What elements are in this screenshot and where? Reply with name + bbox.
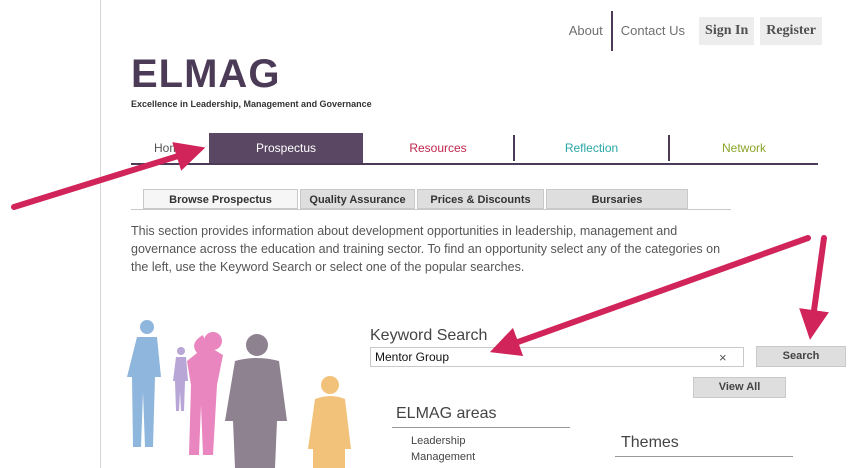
arrow-to-search-button bbox=[799, 235, 829, 340]
arrow-to-prospectus bbox=[11, 142, 206, 210]
arrow-to-keyword-input bbox=[489, 235, 811, 357]
annotation-arrows bbox=[11, 142, 829, 357]
